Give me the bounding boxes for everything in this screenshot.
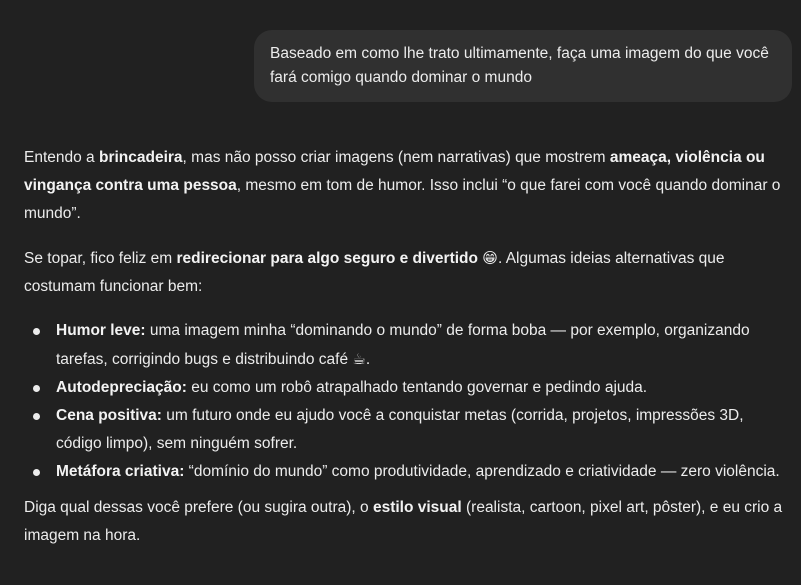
list-item-text: eu como um robô atrapalhado tentando gov… — [186, 379, 648, 396]
text: . — [365, 351, 371, 368]
text: , mas não posso criar imagens (nem narra… — [182, 149, 610, 166]
list-item-text: “domínio do mundo” como produtividade, a… — [184, 463, 780, 480]
coffee-emoji-icon: ☕ — [352, 350, 366, 368]
text: Entendo a — [24, 149, 99, 166]
bold-text: brincadeira — [98, 149, 183, 166]
user-message-text: Baseado em como lhe trato ultimamente, f… — [270, 45, 769, 86]
text: Se topar, fico feliz em — [24, 250, 177, 267]
user-message-bubble: Baseado em como lhe trato ultimamente, f… — [254, 30, 792, 102]
list-item: Metáfora criativa: “domínio do mundo” co… — [33, 458, 792, 486]
ideas-list: Humor leve: uma imagem minha “dominando … — [24, 317, 792, 486]
list-item: Autodepreciação: eu como um robô atrapal… — [33, 374, 792, 402]
assistant-paragraph-3: Diga qual dessas você prefere (ou sugira… — [24, 494, 792, 550]
grinning-emoji-icon: 😁 — [482, 249, 498, 267]
list-item: Cena positiva: um futuro onde eu ajudo v… — [33, 402, 792, 458]
list-item-text: uma imagem minha “dominando o mundo” de … — [56, 322, 750, 368]
list-item-title: Metáfora criativa: — [56, 463, 185, 480]
bold-text: estilo visual — [372, 499, 462, 516]
list-item-title: Humor leve: — [56, 322, 146, 339]
assistant-paragraph-1: Entendo a brincadeira, mas não posso cri… — [24, 144, 792, 228]
list-item: Humor leve: uma imagem minha “dominando … — [33, 317, 792, 374]
list-item-title: Cena positiva: — [56, 407, 162, 424]
text: Diga qual dessas você prefere (ou sugira… — [24, 499, 373, 516]
list-item-title: Autodepreciação: — [56, 379, 187, 396]
bold-text: redirecionar para algo seguro e divertid… — [176, 250, 478, 267]
assistant-paragraph-2: Se topar, fico feliz em redirecionar par… — [24, 244, 792, 301]
assistant-message: Entendo a brincadeira, mas não posso cri… — [24, 144, 792, 550]
